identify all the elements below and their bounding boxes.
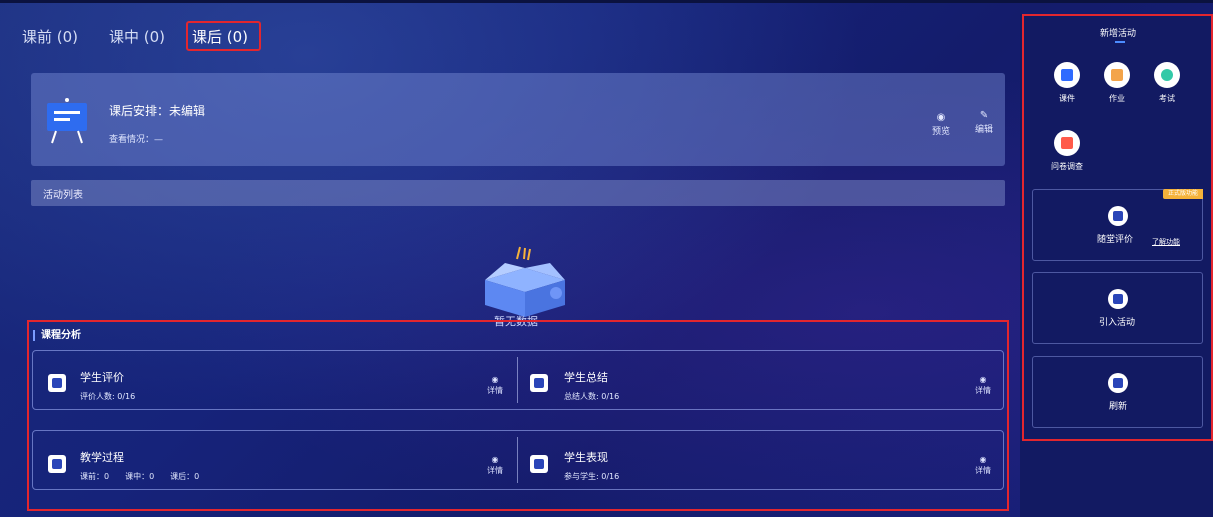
chat-icon bbox=[48, 374, 66, 392]
sidebar-title: 新增活动 bbox=[1100, 29, 1137, 39]
preview-button[interactable]: ◉ 预览 bbox=[932, 112, 950, 137]
analysis-row bbox=[32, 350, 1004, 410]
student-evaluation-title: 学生评价 bbox=[80, 371, 124, 384]
eye-icon: ◉ bbox=[979, 375, 987, 384]
tab-in-class[interactable]: 课中 (0) bbox=[109, 26, 165, 47]
learn-feature-link[interactable]: 了解功能 bbox=[1152, 237, 1180, 247]
survey-button[interactable]: 问卷调查 bbox=[1047, 130, 1087, 172]
student-summary-count: 总结人数: 0/16 bbox=[564, 392, 620, 401]
eye-icon: ◉ bbox=[491, 455, 499, 464]
student-performance-detail-button[interactable]: ◉ 详情 bbox=[975, 455, 991, 476]
preview-label: 预览 bbox=[932, 127, 951, 137]
import-activity-label: 引入活动 bbox=[1099, 318, 1136, 328]
survey-icon bbox=[1054, 130, 1080, 156]
edit-label: 编辑 bbox=[975, 125, 994, 135]
detail-label: 详情 bbox=[975, 466, 991, 475]
teacher-icon bbox=[48, 455, 66, 473]
sidebar-title-underline bbox=[1115, 41, 1125, 43]
teaching-process-stats: 课前：0 课中：0 课后：0 bbox=[80, 472, 200, 481]
student-performance-count: 参与学生: 0/16 bbox=[564, 472, 620, 481]
class-evaluation-card[interactable]: 随堂评价 bbox=[1032, 189, 1203, 261]
pencil-icon: ✎ bbox=[979, 110, 989, 121]
refresh-icon bbox=[1108, 373, 1128, 393]
summary-subtitle: 查看情况：— bbox=[109, 135, 164, 145]
exam-label: 考试 bbox=[1159, 94, 1175, 103]
eye-icon: ◉ bbox=[491, 375, 499, 384]
eye-icon: ◉ bbox=[979, 455, 987, 464]
detail-label: 详情 bbox=[487, 466, 503, 475]
book-icon bbox=[1104, 62, 1130, 88]
student-icon bbox=[530, 455, 548, 473]
student-summary-title: 学生总结 bbox=[564, 371, 608, 384]
activity-list-header: 活动列表 bbox=[31, 180, 1005, 206]
class-evaluation-label: 随堂评价 bbox=[1097, 235, 1134, 245]
edit-button[interactable]: ✎ 编辑 bbox=[975, 110, 993, 135]
exam-icon bbox=[1154, 62, 1180, 88]
refresh-card[interactable]: 刷新 bbox=[1032, 356, 1203, 428]
after-class-summary-card bbox=[31, 73, 1005, 166]
official-feature-badge: 正式版功能 bbox=[1163, 189, 1203, 199]
student-performance-title: 学生表现 bbox=[564, 451, 608, 464]
detail-label: 详情 bbox=[975, 386, 991, 395]
summary-title: 课后安排：未编辑 bbox=[109, 104, 206, 118]
tab-highlight-box bbox=[186, 21, 261, 51]
courseware-label: 课件 bbox=[1059, 94, 1075, 103]
activity-list-title: 活动列表 bbox=[43, 190, 83, 201]
eye-icon: ◉ bbox=[936, 112, 946, 123]
homework-label: 作业 bbox=[1109, 94, 1125, 103]
detail-label: 详情 bbox=[487, 386, 503, 395]
student-evaluation-detail-button[interactable]: ◉ 详情 bbox=[487, 375, 503, 396]
evaluation-icon bbox=[1108, 206, 1128, 226]
import-activity-card[interactable]: 引入活动 bbox=[1032, 272, 1203, 344]
survey-label: 问卷调查 bbox=[1051, 162, 1083, 171]
teaching-process-detail-button[interactable]: ◉ 详情 bbox=[487, 455, 503, 476]
row-divider bbox=[517, 437, 518, 483]
student-summary-detail-button[interactable]: ◉ 详情 bbox=[975, 375, 991, 396]
teaching-process-title: 教学过程 bbox=[80, 451, 124, 464]
refresh-label: 刷新 bbox=[1109, 402, 1128, 412]
blackboard-icon bbox=[47, 98, 87, 144]
student-evaluation-count: 评价人数: 0/16 bbox=[80, 392, 136, 401]
document-icon bbox=[530, 374, 548, 392]
courseware-icon bbox=[1054, 62, 1080, 88]
exam-button[interactable]: 考试 bbox=[1147, 62, 1187, 104]
row-divider bbox=[517, 357, 518, 403]
tab-before-class[interactable]: 课前 (0) bbox=[22, 26, 78, 47]
courseware-button[interactable]: 课件 bbox=[1047, 62, 1087, 104]
import-icon bbox=[1108, 289, 1128, 309]
homework-button[interactable]: 作业 bbox=[1097, 62, 1137, 104]
course-analysis-title: 课程分析 bbox=[33, 330, 81, 341]
